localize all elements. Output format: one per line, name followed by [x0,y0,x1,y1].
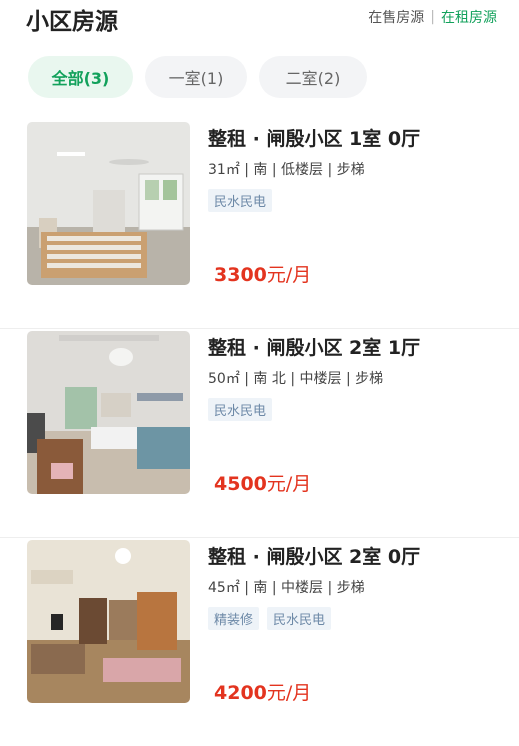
listing-photo[interactable] [27,122,190,285]
listing-title: 整租 · 闸殷小区 1室 0厅 [208,128,421,150]
listing-tags: 民水民电 [208,398,501,421]
tab-two-room[interactable]: 二室(2) [259,56,367,98]
listing-price: 3300元/月 [214,260,311,287]
room-filter-tabs: 全部(3) 一室(1) 二室(2) [28,56,367,98]
tab-all[interactable]: 全部(3) [28,56,133,98]
listing-tags: 民水民电 [208,189,501,212]
for-sale-link[interactable]: 在售房源 [368,7,424,27]
listing-tags: 精装修 民水民电 [208,607,501,630]
listing-meta: 45㎡ | 南 | 中楼层 | 步梯 [208,580,365,596]
price-unit: 元/月 [266,682,312,704]
listing-tag: 民水民电 [267,607,332,630]
listing-tag: 精装修 [208,607,260,630]
listing-tag: 民水民电 [208,398,273,421]
tab-one-room[interactable]: 一室(1) [145,56,247,98]
listing-item[interactable]: 整租 · 闸殷小区 1室 0厅 31㎡ | 南 | 低楼层 | 步梯 民水民电 … [0,120,519,328]
listing-title: 整租 · 闸殷小区 2室 1厅 [208,337,421,359]
listing-type-switch: 在售房源 | 在租房源 [368,7,497,27]
listing-price: 4500元/月 [214,469,311,496]
price-unit: 元/月 [266,473,312,495]
listing-title: 整租 · 闸殷小区 2室 0厅 [208,546,421,568]
page-title: 小区房源 [26,9,118,35]
listing-item[interactable]: 整租 · 闸殷小区 2室 1厅 50㎡ | 南 北 | 中楼层 | 步梯 民水民… [0,328,519,537]
listing-photo[interactable] [27,540,190,703]
listing-info: 整租 · 闸殷小区 2室 1厅 50㎡ | 南 北 | 中楼层 | 步梯 民水民… [208,329,501,421]
listing-photo[interactable] [27,331,190,494]
listing-tag: 民水民电 [208,189,273,212]
listing-meta: 31㎡ | 南 | 低楼层 | 步梯 [208,162,365,178]
listing-info: 整租 · 闸殷小区 2室 0厅 45㎡ | 南 | 中楼层 | 步梯 精装修 民… [208,538,501,630]
price-unit: 元/月 [266,264,312,286]
page-header: 小区房源 在售房源 | 在租房源 [0,0,519,40]
listing-item[interactable]: 整租 · 闸殷小区 2室 0厅 45㎡ | 南 | 中楼层 | 步梯 精装修 民… [0,537,519,746]
price-amount: 4200 [214,682,267,704]
switch-divider: | [430,9,435,25]
price-amount: 4500 [214,473,267,495]
listing-meta: 50㎡ | 南 北 | 中楼层 | 步梯 [208,371,384,387]
listing-price: 4200元/月 [214,678,311,705]
price-amount: 3300 [214,264,267,286]
listing-list: 整租 · 闸殷小区 1室 0厅 31㎡ | 南 | 低楼层 | 步梯 民水民电 … [0,120,519,746]
for-rent-link[interactable]: 在租房源 [441,7,497,27]
listing-info: 整租 · 闸殷小区 1室 0厅 31㎡ | 南 | 低楼层 | 步梯 民水民电 [208,120,501,212]
